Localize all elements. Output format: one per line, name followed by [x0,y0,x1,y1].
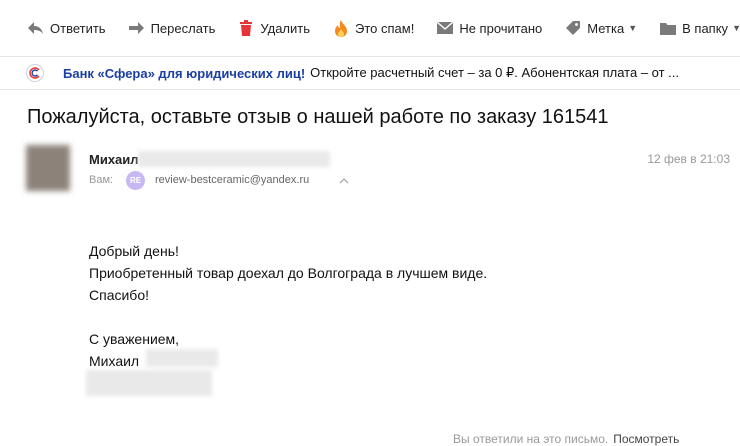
ad-title: Банк «Сфера» для юридических лиц! [63,65,306,81]
chevron-down-icon: ▼ [628,23,638,33]
sender-name[interactable]: Михаил [89,152,139,167]
reply-status: Вы ответили на это письмо. Посмотреть [453,432,679,446]
forward-icon [128,20,145,37]
email-date: 12 фев в 21:03 [647,152,730,166]
envelope-icon [436,20,453,37]
recipient-label: Вам: [89,174,114,186]
view-reply-link[interactable]: Посмотреть [613,432,679,446]
mark-unread-button[interactable]: Не прочитано [436,20,542,37]
chevron-down-icon: ▼ [732,23,740,33]
move-to-folder-label: В папку [682,20,729,36]
reply-label: Ответить [50,20,106,36]
body-line: С уважением, [89,331,180,347]
reply-icon [27,20,44,37]
label-dropdown[interactable]: Метка ▼ [564,20,637,37]
body-line: Приобретенный товар доехал до Волгограда… [89,265,488,281]
folder-icon [659,20,676,37]
tag-icon [564,20,581,37]
chevron-up-icon[interactable] [339,173,349,184]
ad-banner[interactable]: Банк «Сфера» для юридических лиц! Открой… [0,56,740,90]
message-toolbar: Ответить Переслать Удалить Это спам! Не … [0,0,740,56]
ad-text: Откройте расчетный счет – за 0 ₽. Абонен… [310,65,680,80]
forward-button[interactable]: Переслать [128,20,216,37]
delete-label: Удалить [260,20,311,36]
reply-status-text: Вы ответили на это письмо. [453,432,609,446]
reply-button[interactable]: Ответить [27,20,106,37]
sender-avatar [26,145,70,191]
forward-label: Переслать [150,20,216,36]
trash-icon [237,20,254,37]
mark-unread-label: Не прочитано [459,20,543,36]
fire-icon [332,19,349,37]
body-line: Спасибо! [89,287,149,303]
redacted-signature-surname [146,349,218,367]
body-line: Добрый день! [89,243,179,259]
recipient-email[interactable]: review-bestceramic@yandex.ru [155,174,309,186]
spam-label: Это спам! [355,20,415,36]
label-dropdown-label: Метка [587,20,625,36]
move-to-folder-dropdown[interactable]: В папку ▼ [659,20,740,37]
delete-button[interactable]: Удалить [237,20,310,37]
recipient-avatar: RE [126,171,145,190]
redacted-sender-surname [138,151,330,167]
spam-button[interactable]: Это спам! [332,19,415,37]
bank-logo-icon [26,64,44,82]
email-subject: Пожалуйста, оставьте отзыв о нашей работ… [27,106,609,128]
redacted-signature-details [86,370,212,396]
